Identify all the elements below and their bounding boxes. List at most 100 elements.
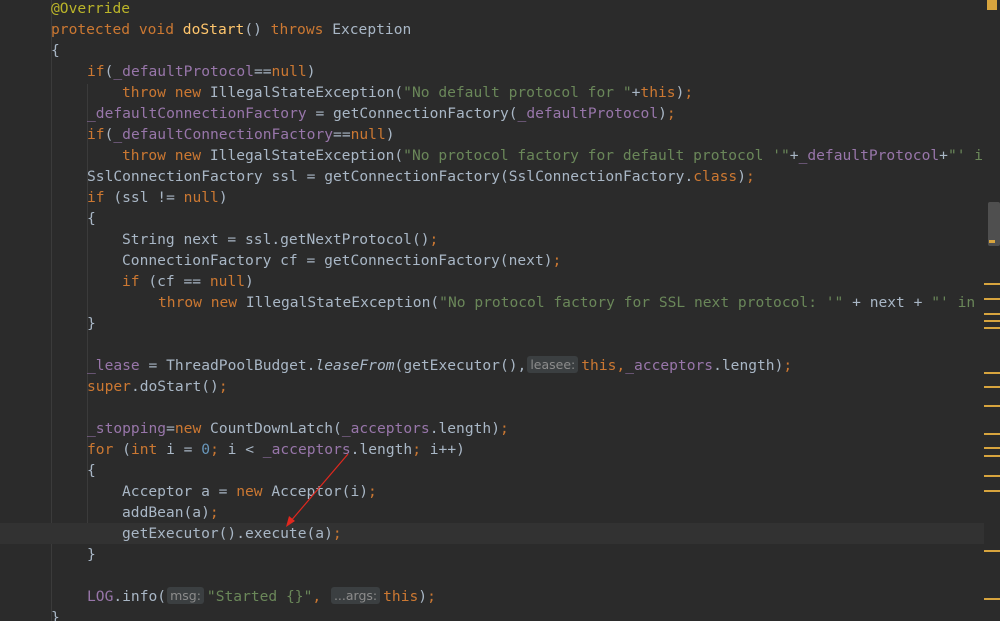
error-stripe-mark[interactable] [984, 298, 1000, 300]
code-line-26-current[interactable]: getExecutor().execute(a); [0, 523, 984, 544]
code-line-7[interactable]: if(_defaultConnectionFactory==null) [0, 124, 984, 145]
code-line-12[interactable]: String next = ssl.getNextProtocol(); [0, 229, 984, 250]
semicolon-token: ; [332, 525, 342, 542]
code-line-22[interactable]: for (int i = 0; i < _acceptors.length; i… [0, 439, 984, 460]
error-stripe-mark[interactable] [984, 327, 1000, 329]
keyword-token: for [87, 441, 123, 458]
error-stripe-mark[interactable] [984, 313, 1000, 315]
code-line-25[interactable]: addBean(a); [0, 502, 984, 523]
code-text: ( [122, 441, 131, 458]
string-token: "Started {}" [206, 588, 313, 605]
code-text: i = [166, 441, 202, 458]
code-line-24[interactable]: Acceptor a = new Acceptor(i); [0, 481, 984, 502]
code-text: String next = ssl.getNextProtocol() [122, 231, 430, 248]
semicolon-token: ; [500, 420, 509, 437]
code-text: (ssl != [104, 189, 184, 206]
string-token: "' in [947, 147, 984, 164]
code-line-3[interactable]: { [0, 40, 984, 61]
error-stripe-mark[interactable] [984, 455, 1000, 457]
number-token: 0 [201, 441, 211, 458]
error-stripe-mark[interactable] [984, 320, 1000, 322]
field-token: _defaultProtocol [517, 105, 659, 122]
error-stripe-mark[interactable] [984, 283, 1000, 285]
semicolon-token: ; [218, 378, 228, 395]
code-line-6[interactable]: _defaultConnectionFactory = getConnectio… [0, 103, 984, 124]
keyword-token: if [122, 273, 140, 290]
error-stripe-mark[interactable] [984, 598, 1000, 600]
code-line-14[interactable]: if (cf == null) [0, 271, 984, 292]
string-token: "No protocol factory for SSL next protoc… [439, 294, 844, 311]
error-stripe-mark[interactable] [984, 433, 1000, 435]
code-line-1[interactable]: @Override [0, 0, 984, 19]
error-stripe-mark[interactable] [984, 475, 1000, 477]
code-text: IllegalStateException( [245, 294, 440, 311]
code-line-8[interactable]: throw new IllegalStateException("No prot… [0, 145, 984, 166]
code-text: Acceptor a = [122, 483, 237, 500]
parameter-hint: leasee: [527, 356, 579, 373]
brace-token: { [51, 42, 60, 59]
annotation-token: @Override [51, 0, 131, 17]
code-line-19[interactable]: super.doStart(); [0, 376, 984, 397]
code-line-4[interactable]: if(_defaultProtocol==null) [0, 61, 984, 82]
code-editor[interactable]: @Override protected void doStart() throw… [0, 0, 984, 621]
field-token: _acceptors [262, 441, 351, 458]
keyword-token: throw new [122, 84, 210, 101]
code-line-2[interactable]: protected void doStart() throws Exceptio… [0, 19, 984, 40]
code-text: = getConnectionFactory( [306, 105, 518, 122]
code-line-10[interactable]: if (ssl != null) [0, 187, 984, 208]
code-text: .info( [113, 588, 167, 605]
error-stripe-mark[interactable] [984, 447, 1000, 449]
field-token: _acceptors [625, 357, 714, 374]
code-line-15[interactable]: throw new IllegalStateException("No prot… [0, 292, 984, 313]
keyword-token: new [236, 483, 272, 500]
code-line-9[interactable]: SslConnectionFactory ssl = getConnection… [0, 166, 984, 187]
code-line-29[interactable]: LOG.info(msg: "Started {}", ...args: this)… [0, 586, 984, 607]
code-text: .length [350, 441, 413, 458]
field-token: _lease [87, 357, 140, 374]
brace-token: } [87, 315, 96, 332]
code-line-18[interactable]: _lease = ThreadPoolBudget.leaseFrom(getE… [0, 355, 984, 376]
code-text: ) [245, 273, 254, 290]
keyword-token: throws [270, 21, 333, 38]
error-stripe-mark[interactable] [984, 550, 1000, 552]
field-token: _defaultProtocol [798, 147, 940, 164]
code-text: () [244, 21, 271, 38]
code-line-23[interactable]: { [0, 460, 984, 481]
code-text: .doStart() [130, 378, 219, 395]
code-line-11[interactable]: { [0, 208, 984, 229]
code-text: + [789, 147, 799, 164]
keyword-token: new [174, 420, 211, 437]
semicolon-token: ; [368, 483, 377, 500]
code-text: Acceptor(i) [271, 483, 369, 500]
code-text: ) [737, 168, 746, 185]
code-line-5[interactable]: throw new IllegalStateException("No defa… [0, 82, 984, 103]
semicolon-token: ; [412, 441, 421, 458]
semicolon-token: ; [783, 357, 793, 374]
code-text: i++) [420, 441, 465, 458]
code-line-16[interactable]: } [0, 313, 984, 334]
vertical-scrollbar[interactable] [984, 0, 1000, 621]
keyword-token: if [87, 63, 105, 80]
code-line-21[interactable]: _stopping=new CountDownLatch(_acceptors.… [0, 418, 984, 439]
error-stripe-mark[interactable] [984, 490, 1000, 492]
string-token: "' in [931, 294, 976, 311]
code-line-27[interactable]: } [0, 544, 984, 565]
code-text: addBean(a) [122, 504, 210, 521]
semicolon-token: ; [684, 84, 694, 101]
error-stripe-mark[interactable] [984, 405, 1000, 407]
keyword-token: this [640, 84, 676, 101]
error-stripe-mark[interactable] [984, 372, 1000, 374]
code-text: == [253, 63, 272, 80]
keyword-token: this [383, 588, 419, 605]
field-token: _acceptors [341, 420, 430, 437]
inspection-status-icon[interactable] [987, 0, 997, 10]
code-text: .length) [713, 357, 784, 374]
code-text: ) [658, 105, 667, 122]
comma-token: , [616, 357, 626, 374]
code-line-30[interactable]: } [0, 607, 984, 621]
error-stripe-mark[interactable] [989, 240, 995, 243]
error-stripe-mark[interactable] [984, 386, 1000, 388]
keyword-token: throw new [158, 294, 246, 311]
code-line-13[interactable]: ConnectionFactory cf = getConnectionFact… [0, 250, 984, 271]
code-text: ConnectionFactory cf = getConnectionFact… [122, 252, 553, 269]
